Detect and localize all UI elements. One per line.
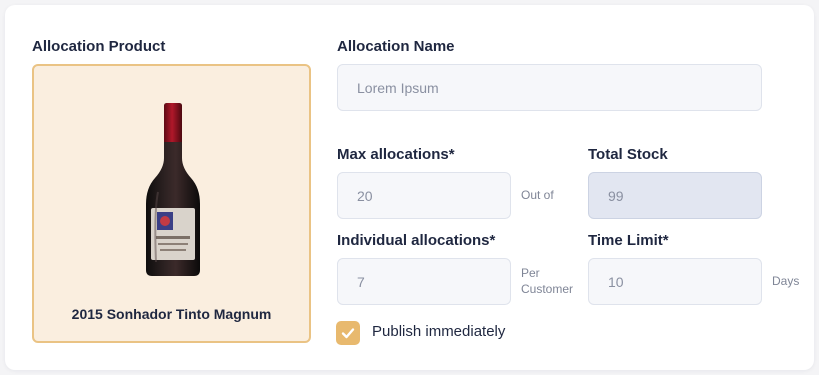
product-selector[interactable]: 2015 Sonhador Tinto Magnum [32, 64, 311, 343]
product-name: 2015 Sonhador Tinto Magnum [71, 306, 272, 322]
individual-allocations-input[interactable]: 7 [337, 258, 511, 305]
check-icon [341, 328, 355, 339]
publish-checkbox[interactable] [336, 321, 360, 345]
individual-allocations-label: Individual allocations* [337, 232, 496, 249]
time-limit-suffix: Days [772, 274, 800, 288]
allocation-name-input[interactable]: Lorem Ipsum [337, 64, 762, 111]
time-limit-label: Time Limit* [588, 232, 669, 249]
allocation-name-label: Allocation Name [337, 38, 455, 55]
max-allocations-input[interactable]: 20 [337, 172, 511, 219]
total-stock-field: 99 [588, 172, 762, 219]
max-allocations-suffix: Out of [521, 188, 554, 202]
max-allocations-label: Max allocations* [337, 146, 455, 163]
time-limit-input[interactable]: 10 [588, 258, 762, 305]
wine-bottle-icon [140, 102, 206, 283]
individual-allocations-suffix-line1: Per [521, 266, 540, 280]
allocation-product-label: Allocation Product [32, 38, 166, 55]
individual-allocations-suffix: Per Customer [521, 265, 573, 297]
individual-allocations-suffix-line2: Customer [521, 282, 574, 296]
publish-label[interactable]: Publish immediately [372, 323, 505, 340]
total-stock-label: Total Stock [588, 146, 668, 163]
